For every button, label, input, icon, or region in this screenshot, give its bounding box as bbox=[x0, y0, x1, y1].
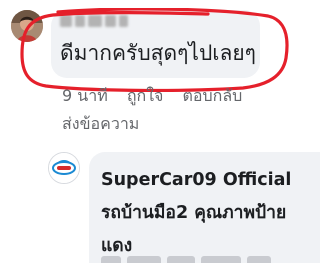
comment-text: ดีมากครับสุดๆไปเลยๆ bbox=[60, 41, 256, 65]
commenter-avatar[interactable] bbox=[11, 10, 43, 42]
send-message-link[interactable]: ส่งข้อความ bbox=[62, 114, 139, 134]
comment-actions: 9 นาที ถูกใจ ตอบกลับ bbox=[62, 86, 256, 106]
comment-thread: ดีมากครับสุดๆไปเลยๆ 9 นาที ถูกใจ ตอบกลับ… bbox=[0, 0, 320, 263]
page-avatar[interactable] bbox=[48, 152, 80, 184]
person-photo-icon bbox=[11, 10, 43, 42]
reply-link[interactable]: ตอบกลับ bbox=[182, 86, 242, 105]
commenter-name-redacted bbox=[60, 15, 130, 27]
brand-logo-icon bbox=[49, 153, 79, 183]
reply-text-cut-off bbox=[101, 256, 276, 263]
reply-author-name[interactable]: SuperCar09 Official รถบ้านมือ2 คุณภาพป้า… bbox=[101, 164, 313, 263]
comment-timestamp[interactable]: 9 นาที bbox=[62, 86, 108, 105]
like-link[interactable]: ถูกใจ bbox=[127, 86, 164, 105]
